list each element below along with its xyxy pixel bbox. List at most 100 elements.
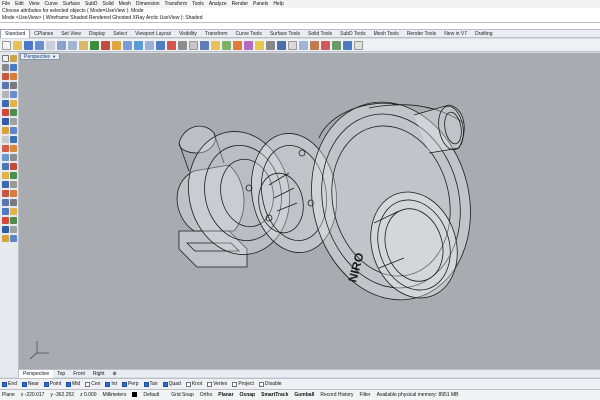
tab-subd-tools[interactable]: SubD Tools <box>336 30 369 38</box>
status-smarttrack[interactable]: SmartTrack <box>261 392 288 398</box>
cage-edit-icon[interactable] <box>10 235 17 242</box>
loft-icon[interactable] <box>2 118 9 125</box>
materials-icon[interactable] <box>343 40 352 50</box>
undo-icon[interactable] <box>90 40 99 50</box>
menu-help[interactable]: Help <box>273 0 283 8</box>
curve-from-object-icon[interactable] <box>2 100 9 107</box>
status-plane[interactable]: Plane <box>2 392 15 398</box>
tab-curve-tools[interactable]: Curve Tools <box>232 30 266 38</box>
trim-icon[interactable] <box>2 190 9 197</box>
pan-icon[interactable] <box>112 40 121 50</box>
status-units[interactable]: Millimeters <box>102 392 126 398</box>
osnap-near[interactable]: Near <box>21 381 39 387</box>
osnap-point-checkbox[interactable] <box>43 381 49 387</box>
lock-icon[interactable] <box>233 40 242 50</box>
osnap-quad[interactable]: Quad <box>162 381 181 387</box>
menu-tools[interactable]: Tools <box>192 0 204 8</box>
view-tab-perspective[interactable]: Perspective <box>19 369 54 378</box>
boolean-union-icon[interactable] <box>2 145 9 152</box>
polygon-icon[interactable] <box>2 91 9 98</box>
osnap-perp[interactable]: Perp <box>121 381 139 387</box>
tab-standard[interactable]: Standard <box>0 29 31 38</box>
copy-object-icon[interactable] <box>10 163 17 170</box>
tab-drafting[interactable]: Drafting <box>471 30 497 38</box>
status-filter[interactable]: Filter <box>359 392 370 398</box>
osnap-disable[interactable]: Disable <box>258 381 282 387</box>
explode-icon[interactable] <box>10 199 17 206</box>
fillet-curves-icon[interactable] <box>10 100 17 107</box>
rotate-icon[interactable] <box>2 172 9 179</box>
options-icon[interactable] <box>277 40 286 50</box>
menu-render[interactable]: Render <box>232 0 248 8</box>
curve-icon[interactable] <box>10 64 17 71</box>
redo-icon[interactable] <box>101 40 110 50</box>
sphere-icon[interactable] <box>2 136 9 143</box>
osnap-end-checkbox[interactable] <box>2 381 7 387</box>
osnap-cen-checkbox[interactable] <box>85 381 91 387</box>
import-icon[interactable] <box>46 40 55 50</box>
move-icon[interactable] <box>2 163 9 170</box>
osnap-vertex-checkbox[interactable] <box>207 381 213 387</box>
wireframe-icon[interactable] <box>288 40 297 50</box>
status-osnap[interactable]: Osnap <box>240 392 256 398</box>
circle-icon[interactable] <box>2 73 9 80</box>
osnap-knot-checkbox[interactable] <box>185 381 191 387</box>
cylinder-icon[interactable] <box>10 136 17 143</box>
add-view-tab-icon[interactable]: ⊕ <box>109 370 121 378</box>
tab-new-in-v7[interactable]: New in V7 <box>440 30 471 38</box>
tab-cplanes[interactable]: CPlanes <box>30 30 57 38</box>
block-icon[interactable] <box>2 235 9 242</box>
undo-view-icon[interactable] <box>178 40 187 50</box>
ellipse-icon[interactable] <box>2 82 9 89</box>
layer-icon[interactable] <box>244 40 253 50</box>
menu-solid[interactable]: Solid <box>103 0 114 8</box>
subd-icon[interactable] <box>10 154 17 161</box>
view-tab-right[interactable]: Right <box>89 370 109 378</box>
menu-edit[interactable]: Edit <box>15 0 24 8</box>
osnap-knot[interactable]: Knot <box>185 381 202 387</box>
light-icon[interactable] <box>255 40 264 50</box>
polyline-icon[interactable] <box>2 64 9 71</box>
copy-icon[interactable] <box>68 40 77 50</box>
tab-select[interactable]: Select <box>109 30 131 38</box>
osnap-int[interactable]: Int <box>105 381 117 387</box>
view-tab-front[interactable]: Front <box>69 370 89 378</box>
point-icon[interactable] <box>10 55 17 62</box>
osnap-point[interactable]: Point <box>43 381 61 387</box>
print-icon[interactable] <box>35 40 44 50</box>
osnap-tan[interactable]: Tan <box>143 381 158 387</box>
box-icon[interactable] <box>10 127 17 134</box>
menu-dimension[interactable]: Dimension <box>136 0 160 8</box>
dimension-icon[interactable] <box>10 208 17 215</box>
status-planar[interactable]: Planar <box>218 392 233 398</box>
arc-icon[interactable] <box>10 73 17 80</box>
save-icon[interactable] <box>24 40 33 50</box>
zoom-selected-icon[interactable] <box>167 40 176 50</box>
tab-solid-tools[interactable]: Solid Tools <box>304 30 336 38</box>
select-icon[interactable] <box>200 40 209 50</box>
osnap-int-checkbox[interactable] <box>105 381 111 387</box>
menu-curve[interactable]: Curve <box>44 0 57 8</box>
menu-file[interactable]: File <box>2 0 10 8</box>
tab-render-tools[interactable]: Render Tools <box>403 30 440 38</box>
menu-transform[interactable]: Transform <box>165 0 188 8</box>
osnap-disable-checkbox[interactable] <box>258 381 264 387</box>
surface-icon[interactable] <box>2 109 9 116</box>
group-icon[interactable] <box>2 208 9 215</box>
perspective-viewport[interactable]: Perspective ▼ NIRO <box>19 53 600 369</box>
osnap-project[interactable]: Project <box>232 381 254 387</box>
cut-icon[interactable] <box>57 40 66 50</box>
zoom-extents-icon[interactable] <box>156 40 165 50</box>
osnap-project-checkbox[interactable] <box>232 381 238 387</box>
status-gumball[interactable]: Gumball <box>294 392 314 398</box>
menu-subd[interactable]: SubD <box>85 0 98 8</box>
status-record-history[interactable]: Record History <box>320 392 353 398</box>
tab-display[interactable]: Display <box>85 30 109 38</box>
tab-set-view[interactable]: Set View <box>57 30 85 38</box>
select-arrow-icon[interactable] <box>2 55 9 62</box>
osnap-quad-checkbox[interactable] <box>162 381 168 387</box>
osnap-tan-checkbox[interactable] <box>143 381 149 387</box>
osnap-mid[interactable]: Mid <box>66 381 80 387</box>
analyze-icon[interactable] <box>10 217 17 224</box>
join-icon[interactable] <box>2 199 9 206</box>
